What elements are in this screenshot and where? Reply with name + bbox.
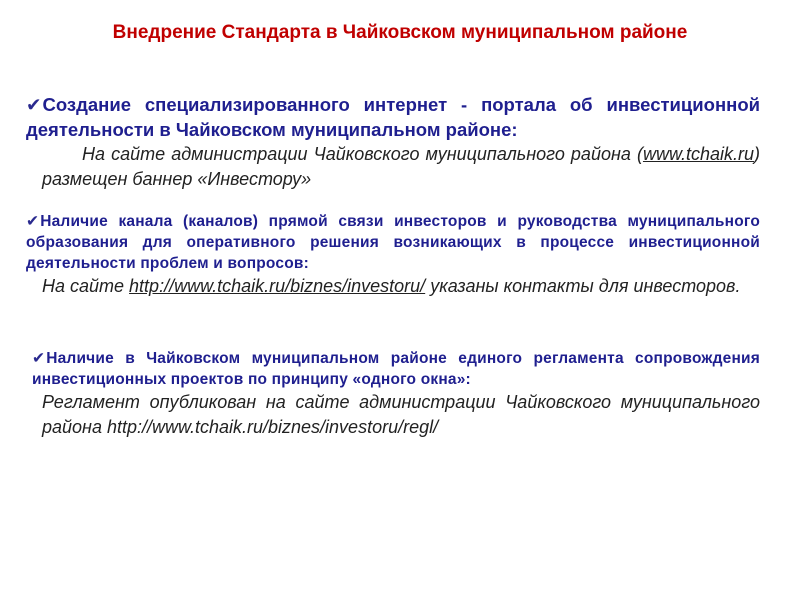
- checkmark-icon: ✔: [26, 213, 40, 230]
- body-text: На сайте: [42, 276, 130, 296]
- heading-text: Наличие канала (каналов) прямой связи ин…: [26, 213, 760, 272]
- item-contact-channel: ✔Наличие канала (каналов) прямой связи и…: [26, 211, 760, 299]
- slide-title: Внедрение Стандарта в Чайковском муницип…: [112, 22, 688, 43]
- investor-link[interactable]: http://www.tchaik.ru/biznes/investoru/: [129, 276, 425, 296]
- item-heading: ✔Наличие канала (каналов) прямой связи и…: [26, 211, 760, 274]
- item-heading: ✔Наличие в Чайковском муниципальном райо…: [32, 348, 760, 390]
- item-one-window-regulation: ✔Наличие в Чайковском муниципальном райо…: [32, 348, 760, 440]
- item-body: На сайте администрации Чайковского муниц…: [26, 142, 760, 192]
- body-text: На сайте администрации Чайковского муниц…: [82, 144, 643, 164]
- item-portal: ✔Создание специализированного интернет -…: [26, 92, 760, 192]
- site-link[interactable]: www.tchaik.ru: [643, 144, 754, 164]
- heading-text: Наличие в Чайковском муниципальном район…: [32, 350, 760, 388]
- item-body: Регламент опубликован на сайте администр…: [42, 392, 760, 437]
- body-text: указаны контакты для инвесторов.: [425, 276, 741, 296]
- item-body: На сайте http://www.tchaik.ru/biznes/inv…: [26, 274, 760, 299]
- heading-text: Создание специализированного интернет - …: [26, 94, 760, 140]
- item-heading: ✔Создание специализированного интернет -…: [26, 92, 760, 142]
- checkmark-icon: ✔: [32, 350, 46, 367]
- checkmark-icon: ✔: [26, 94, 42, 115]
